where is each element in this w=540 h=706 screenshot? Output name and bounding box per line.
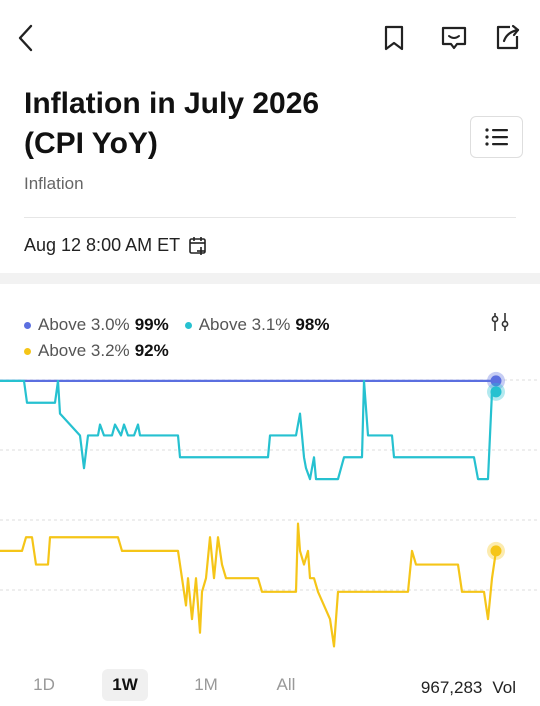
series-line-2 [0,522,498,648]
legend-dot [24,321,31,329]
series-endpoint-2 [490,545,502,557]
series-endpoint-1 [490,386,502,398]
volume-value: 967,283 [420,678,483,697]
timeframe-1d[interactable]: 1D [24,669,64,701]
timeframe-bar: 1D 1W 1M All 967,283 Vol [0,660,540,706]
add-to-calendar-icon[interactable] [188,236,208,256]
legend-value: 98% [295,315,330,334]
release-datetime-text: Aug 12 8:00 AM ET [24,235,181,255]
legend-item-above-3-2: Above 3.2% 92% [24,341,169,361]
legend-dot [184,321,192,329]
market-title: Inflation in July 2026 (CPI YoY) [24,84,444,164]
top-bar [0,0,540,78]
chart-settings-icon[interactable] [488,310,512,334]
back-icon[interactable] [10,22,42,54]
share-icon[interactable] [492,22,524,54]
legend-dot [24,347,31,355]
market-title-line-1: Inflation in July 2026 [24,87,320,120]
timeframe-1m[interactable]: 1M [186,669,226,701]
market-title-line-2: (CPI YoY) [24,127,158,160]
legend-value: 92% [134,341,169,360]
timeframe-all[interactable]: All [266,669,306,701]
timeframe-1w[interactable]: 1W [102,669,148,701]
comment-icon[interactable] [438,22,470,54]
legend-value: 99% [134,315,169,334]
market-category[interactable]: Inflation [24,174,84,194]
legend-item-above-3-0: Above 3.0% 99% [24,315,169,335]
legend-label: Above 3.0% [38,315,130,334]
volume-unit: Vol [492,678,516,697]
legend-label: Above 3.1% [198,315,291,334]
release-datetime: Aug 12 8:00 AM ET [24,235,208,256]
legend-item-above-3-1: Above 3.1% 98% [184,315,330,335]
section-separator [0,273,540,284]
legend-label: Above 3.2% [38,341,130,360]
volume: 967,283 Vol [421,678,516,698]
outcomes-menu-button[interactable] [470,116,523,158]
probability-chart[interactable] [0,370,540,660]
divider [24,217,516,218]
list-icon [484,128,508,146]
series-line-1 [0,379,494,481]
chart-legend: Above 3.0% 99% Above 3.1% 98% Above 3.2%… [24,312,484,364]
bookmark-icon[interactable] [378,22,410,54]
